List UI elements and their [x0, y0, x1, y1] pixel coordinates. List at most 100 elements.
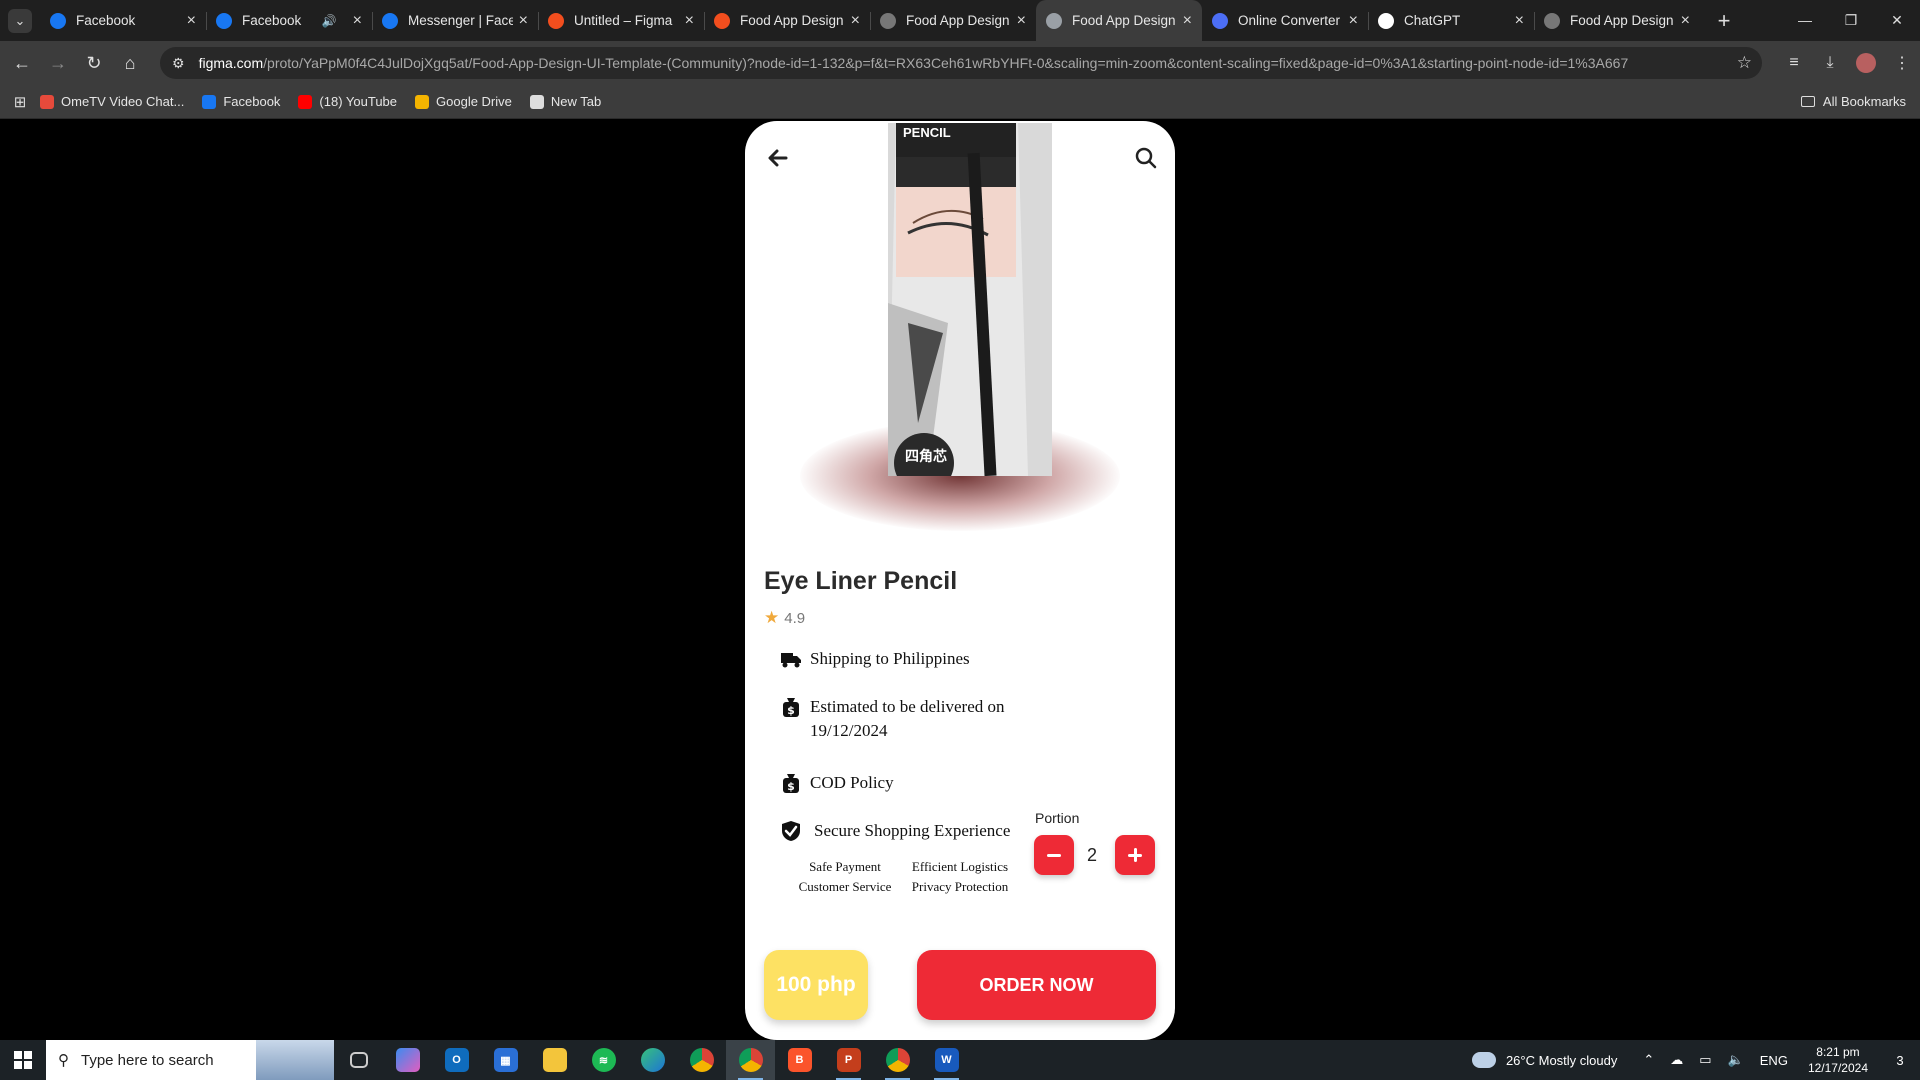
- browser-tab[interactable]: Food App Design ×: [870, 0, 1036, 41]
- order-now-button[interactable]: ORDER NOW: [917, 950, 1156, 1020]
- youtube-icon: [298, 94, 313, 109]
- facebook-icon: [202, 94, 217, 109]
- secure-shopping-text: Secure Shopping Experience: [814, 821, 1011, 840]
- money-bag-icon: $: [783, 698, 799, 717]
- feature-safe-payment: Safe Payment: [809, 859, 881, 874]
- search-icon: ⚲: [58, 1052, 69, 1069]
- profile-avatar[interactable]: [1856, 53, 1876, 73]
- browser-tab[interactable]: Untitled – Figma ×: [538, 0, 704, 41]
- taskbar-spotify[interactable]: ≋: [579, 1040, 628, 1080]
- taskbar-store[interactable]: ▦: [481, 1040, 530, 1080]
- tab-close-icon[interactable]: ×: [1515, 12, 1524, 30]
- svg-text:$: $: [787, 704, 795, 717]
- notification-center-button[interactable]: 3: [1880, 1053, 1920, 1068]
- bookmark-item[interactable]: Google Drive: [415, 94, 512, 109]
- browser-tab[interactable]: Food App Design ×: [1036, 0, 1202, 41]
- tab-title: Messenger | Faceb: [408, 13, 513, 28]
- taskbar-search[interactable]: ⚲ Type here to search: [46, 1040, 334, 1080]
- language-indicator[interactable]: ENG: [1760, 1053, 1788, 1068]
- onedrive-icon[interactable]: ☁: [1670, 1052, 1683, 1068]
- tab-title: Online Converter: [1238, 13, 1341, 28]
- facebook-icon: [216, 12, 232, 29]
- bookmark-star-icon[interactable]: ☆: [1737, 53, 1752, 73]
- tab-title: Food App Design: [906, 13, 1010, 28]
- svg-text:$: $: [787, 780, 795, 793]
- menu-kebab-icon[interactable]: ⋮: [1884, 53, 1920, 73]
- taskbar-edge[interactable]: [628, 1040, 677, 1080]
- taskbar-chrome[interactable]: [677, 1040, 726, 1080]
- tab-close-icon[interactable]: ×: [519, 12, 528, 30]
- money-bag-icon: $: [783, 774, 799, 793]
- taskbar-outlook[interactable]: O: [432, 1040, 481, 1080]
- tab-close-icon[interactable]: ×: [851, 12, 860, 30]
- globe-icon: [529, 94, 544, 109]
- notification-count: 3: [1896, 1052, 1904, 1068]
- decrease-quantity-button[interactable]: [1034, 835, 1074, 875]
- tab-close-icon[interactable]: ×: [353, 12, 362, 30]
- taskbar-word[interactable]: W: [922, 1040, 971, 1080]
- clock-date: 12/17/2024: [1807, 1061, 1868, 1075]
- browser-tab[interactable]: Online Converter ×: [1202, 0, 1368, 41]
- back-button[interactable]: [763, 143, 793, 173]
- apps-grid-icon[interactable]: ⊞: [0, 93, 40, 111]
- browser-tab[interactable]: Messenger | Faceb ×: [372, 0, 538, 41]
- start-button[interactable]: [0, 1040, 46, 1080]
- tab-close-icon[interactable]: ×: [187, 12, 196, 30]
- tab-close-icon[interactable]: ×: [1017, 12, 1026, 30]
- media-control-icon[interactable]: ≡: [1776, 54, 1812, 72]
- chrome-icon: [885, 1048, 910, 1072]
- bookmark-item[interactable]: OmeTV Video Chat...: [40, 94, 184, 109]
- home-button[interactable]: ⌂: [112, 53, 148, 74]
- reload-button[interactable]: ↻: [76, 53, 112, 74]
- edge-icon: [640, 1048, 665, 1072]
- taskbar-chrome-profile[interactable]: [873, 1040, 922, 1080]
- minus-icon: [1047, 853, 1061, 857]
- tab-close-icon[interactable]: ×: [1681, 12, 1690, 30]
- browser-tab[interactable]: ChatGPT ×: [1368, 0, 1534, 41]
- taskbar-copilot[interactable]: [383, 1040, 432, 1080]
- bookmark-label: (18) YouTube: [319, 94, 398, 109]
- volume-icon[interactable]: 🔈: [1728, 1052, 1744, 1068]
- back-nav-button[interactable]: ←: [4, 53, 40, 74]
- bookmark-item[interactable]: (18) YouTube: [298, 94, 397, 109]
- tab-audio-icon[interactable]: 🔊: [322, 14, 337, 28]
- address-bar[interactable]: ⚙ figma.com/proto/YaPpM0f4C4JulDojXgq5at…: [160, 47, 1762, 79]
- figma-icon: [714, 12, 730, 29]
- rating-value: 4.9: [784, 609, 806, 627]
- all-bookmarks-button[interactable]: All Bookmarks: [1800, 94, 1906, 109]
- network-icon[interactable]: ▭: [1699, 1052, 1711, 1068]
- taskbar-file-explorer[interactable]: [530, 1040, 579, 1080]
- tab-search-button[interactable]: ⌄: [8, 8, 32, 33]
- tab-close-icon[interactable]: ×: [1349, 12, 1358, 30]
- show-hidden-icons-chevron-icon[interactable]: ⌃: [1643, 1052, 1654, 1068]
- search-highlight-image: [256, 1040, 334, 1080]
- search-button[interactable]: [1131, 143, 1161, 173]
- download-icon[interactable]: ⤓: [1812, 54, 1848, 72]
- restore-button[interactable]: ❐: [1828, 0, 1874, 41]
- task-view-button[interactable]: [334, 1040, 383, 1080]
- weather-widget[interactable]: 26°C Mostly cloudy: [1469, 1046, 1617, 1068]
- browser-tab[interactable]: Facebook 🔊 ×: [206, 0, 372, 41]
- forward-nav-button[interactable]: →: [40, 53, 76, 74]
- tab-title: Food App Design: [740, 13, 844, 28]
- chrome-icon: [738, 1048, 763, 1072]
- cod-policy-info[interactable]: $ COD Policy: [780, 771, 894, 795]
- browser-tab[interactable]: Facebook ×: [40, 0, 206, 41]
- bookmark-item[interactable]: Facebook: [202, 94, 280, 109]
- bookmark-item[interactable]: New Tab: [529, 94, 601, 109]
- site-info-icon[interactable]: ⚙: [172, 55, 185, 72]
- new-tab-button[interactable]: +: [1710, 8, 1738, 34]
- close-window-button[interactable]: ✕: [1874, 0, 1920, 41]
- clock[interactable]: 8:21 pm 12/17/2024: [1808, 1044, 1868, 1076]
- taskbar-brave[interactable]: B: [775, 1040, 824, 1080]
- browser-tab[interactable]: Food App Design ×: [704, 0, 870, 41]
- browser-tab[interactable]: Food App Design ×: [1534, 0, 1700, 41]
- taskbar-powerpoint[interactable]: P: [824, 1040, 873, 1080]
- windows-taskbar: ⚲ Type here to search O ▦ ≋ B P W 26°C M…: [0, 1040, 1920, 1080]
- minimize-button[interactable]: —: [1782, 0, 1828, 41]
- star-icon: ★: [764, 608, 780, 627]
- tab-close-icon[interactable]: ×: [685, 12, 694, 30]
- increase-quantity-button[interactable]: [1115, 835, 1155, 875]
- tab-close-icon[interactable]: ×: [1183, 12, 1192, 30]
- taskbar-chrome-active[interactable]: [726, 1040, 775, 1080]
